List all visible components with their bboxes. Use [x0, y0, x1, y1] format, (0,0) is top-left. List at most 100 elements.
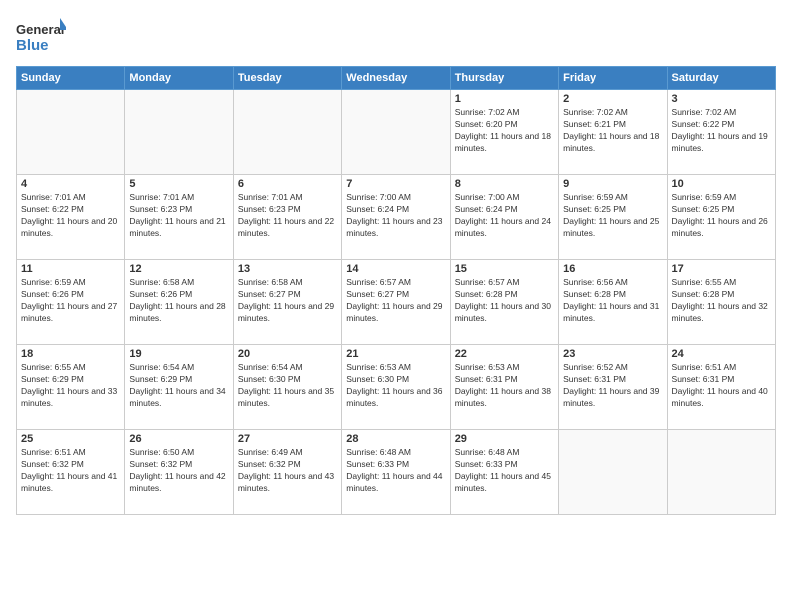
calendar-cell: 11 Sunrise: 6:59 AMSunset: 6:26 PMDaylig…: [17, 260, 125, 345]
weekday-header: Saturday: [667, 67, 775, 90]
calendar-cell: 28 Sunrise: 6:48 AMSunset: 6:33 PMDaylig…: [342, 430, 450, 515]
day-number: 23: [563, 348, 662, 360]
page: General Blue SundayMondayTuesdayWednesda…: [0, 0, 792, 612]
weekday-header: Wednesday: [342, 67, 450, 90]
day-info: Sunrise: 7:02 AMSunset: 6:20 PMDaylight:…: [455, 107, 551, 153]
day-number: 25: [21, 433, 120, 445]
day-number: 3: [672, 93, 771, 105]
calendar-cell: 13 Sunrise: 6:58 AMSunset: 6:27 PMDaylig…: [233, 260, 341, 345]
day-info: Sunrise: 7:02 AMSunset: 6:21 PMDaylight:…: [563, 107, 659, 153]
calendar-cell: [125, 90, 233, 175]
day-info: Sunrise: 7:00 AMSunset: 6:24 PMDaylight:…: [455, 192, 551, 238]
calendar-cell: [559, 430, 667, 515]
calendar-cell: 15 Sunrise: 6:57 AMSunset: 6:28 PMDaylig…: [450, 260, 558, 345]
header: General Blue: [16, 16, 776, 56]
day-number: 16: [563, 263, 662, 275]
day-number: 19: [129, 348, 228, 360]
calendar-cell: 27 Sunrise: 6:49 AMSunset: 6:32 PMDaylig…: [233, 430, 341, 515]
day-info: Sunrise: 6:55 AMSunset: 6:28 PMDaylight:…: [672, 277, 768, 323]
day-info: Sunrise: 6:58 AMSunset: 6:26 PMDaylight:…: [129, 277, 225, 323]
calendar-cell: 18 Sunrise: 6:55 AMSunset: 6:29 PMDaylig…: [17, 345, 125, 430]
day-number: 5: [129, 178, 228, 190]
day-info: Sunrise: 6:58 AMSunset: 6:27 PMDaylight:…: [238, 277, 334, 323]
logo: General Blue: [16, 16, 66, 56]
day-number: 8: [455, 178, 554, 190]
calendar-cell: 25 Sunrise: 6:51 AMSunset: 6:32 PMDaylig…: [17, 430, 125, 515]
logo-svg: General Blue: [16, 16, 66, 56]
day-info: Sunrise: 6:50 AMSunset: 6:32 PMDaylight:…: [129, 447, 225, 493]
day-info: Sunrise: 7:02 AMSunset: 6:22 PMDaylight:…: [672, 107, 768, 153]
calendar-cell: 8 Sunrise: 7:00 AMSunset: 6:24 PMDayligh…: [450, 175, 558, 260]
calendar-cell: [233, 90, 341, 175]
calendar-cell: 6 Sunrise: 7:01 AMSunset: 6:23 PMDayligh…: [233, 175, 341, 260]
day-info: Sunrise: 6:53 AMSunset: 6:31 PMDaylight:…: [455, 362, 551, 408]
calendar-cell: [342, 90, 450, 175]
calendar-cell: 22 Sunrise: 6:53 AMSunset: 6:31 PMDaylig…: [450, 345, 558, 430]
calendar-cell: 9 Sunrise: 6:59 AMSunset: 6:25 PMDayligh…: [559, 175, 667, 260]
day-info: Sunrise: 6:53 AMSunset: 6:30 PMDaylight:…: [346, 362, 442, 408]
weekday-header: Friday: [559, 67, 667, 90]
svg-text:Blue: Blue: [16, 37, 49, 54]
day-info: Sunrise: 6:57 AMSunset: 6:28 PMDaylight:…: [455, 277, 551, 323]
day-info: Sunrise: 6:57 AMSunset: 6:27 PMDaylight:…: [346, 277, 442, 323]
calendar-cell: 14 Sunrise: 6:57 AMSunset: 6:27 PMDaylig…: [342, 260, 450, 345]
day-number: 7: [346, 178, 445, 190]
day-number: 2: [563, 93, 662, 105]
calendar-cell: 21 Sunrise: 6:53 AMSunset: 6:30 PMDaylig…: [342, 345, 450, 430]
day-number: 17: [672, 263, 771, 275]
day-number: 20: [238, 348, 337, 360]
day-info: Sunrise: 6:48 AMSunset: 6:33 PMDaylight:…: [346, 447, 442, 493]
day-number: 14: [346, 263, 445, 275]
day-number: 18: [21, 348, 120, 360]
day-info: Sunrise: 6:55 AMSunset: 6:29 PMDaylight:…: [21, 362, 117, 408]
day-number: 1: [455, 93, 554, 105]
weekday-header: Sunday: [17, 67, 125, 90]
calendar-cell: 16 Sunrise: 6:56 AMSunset: 6:28 PMDaylig…: [559, 260, 667, 345]
calendar-cell: [17, 90, 125, 175]
day-number: 11: [21, 263, 120, 275]
day-number: 6: [238, 178, 337, 190]
calendar-cell: 4 Sunrise: 7:01 AMSunset: 6:22 PMDayligh…: [17, 175, 125, 260]
day-info: Sunrise: 7:01 AMSunset: 6:23 PMDaylight:…: [238, 192, 334, 238]
day-info: Sunrise: 6:54 AMSunset: 6:30 PMDaylight:…: [238, 362, 334, 408]
weekday-header: Thursday: [450, 67, 558, 90]
calendar-cell: 5 Sunrise: 7:01 AMSunset: 6:23 PMDayligh…: [125, 175, 233, 260]
calendar-cell: 17 Sunrise: 6:55 AMSunset: 6:28 PMDaylig…: [667, 260, 775, 345]
calendar-cell: 23 Sunrise: 6:52 AMSunset: 6:31 PMDaylig…: [559, 345, 667, 430]
day-number: 27: [238, 433, 337, 445]
calendar-cell: 24 Sunrise: 6:51 AMSunset: 6:31 PMDaylig…: [667, 345, 775, 430]
day-info: Sunrise: 7:01 AMSunset: 6:22 PMDaylight:…: [21, 192, 117, 238]
day-info: Sunrise: 6:59 AMSunset: 6:26 PMDaylight:…: [21, 277, 117, 323]
calendar-cell: 20 Sunrise: 6:54 AMSunset: 6:30 PMDaylig…: [233, 345, 341, 430]
calendar-cell: 2 Sunrise: 7:02 AMSunset: 6:21 PMDayligh…: [559, 90, 667, 175]
day-info: Sunrise: 6:59 AMSunset: 6:25 PMDaylight:…: [563, 192, 659, 238]
day-info: Sunrise: 7:01 AMSunset: 6:23 PMDaylight:…: [129, 192, 225, 238]
day-info: Sunrise: 7:00 AMSunset: 6:24 PMDaylight:…: [346, 192, 442, 238]
day-number: 21: [346, 348, 445, 360]
calendar-cell: 7 Sunrise: 7:00 AMSunset: 6:24 PMDayligh…: [342, 175, 450, 260]
calendar-cell: 29 Sunrise: 6:48 AMSunset: 6:33 PMDaylig…: [450, 430, 558, 515]
day-number: 9: [563, 178, 662, 190]
day-number: 24: [672, 348, 771, 360]
calendar-cell: 10 Sunrise: 6:59 AMSunset: 6:25 PMDaylig…: [667, 175, 775, 260]
day-info: Sunrise: 6:52 AMSunset: 6:31 PMDaylight:…: [563, 362, 659, 408]
day-info: Sunrise: 6:49 AMSunset: 6:32 PMDaylight:…: [238, 447, 334, 493]
day-number: 15: [455, 263, 554, 275]
day-number: 22: [455, 348, 554, 360]
day-info: Sunrise: 6:54 AMSunset: 6:29 PMDaylight:…: [129, 362, 225, 408]
calendar-cell: 26 Sunrise: 6:50 AMSunset: 6:32 PMDaylig…: [125, 430, 233, 515]
calendar-cell: 12 Sunrise: 6:58 AMSunset: 6:26 PMDaylig…: [125, 260, 233, 345]
svg-text:General: General: [16, 22, 64, 37]
calendar-table: SundayMondayTuesdayWednesdayThursdayFrid…: [16, 66, 776, 515]
day-info: Sunrise: 6:48 AMSunset: 6:33 PMDaylight:…: [455, 447, 551, 493]
day-number: 4: [21, 178, 120, 190]
day-number: 13: [238, 263, 337, 275]
calendar-cell: 19 Sunrise: 6:54 AMSunset: 6:29 PMDaylig…: [125, 345, 233, 430]
day-number: 10: [672, 178, 771, 190]
day-number: 12: [129, 263, 228, 275]
day-number: 28: [346, 433, 445, 445]
weekday-header: Monday: [125, 67, 233, 90]
day-number: 26: [129, 433, 228, 445]
calendar-cell: 1 Sunrise: 7:02 AMSunset: 6:20 PMDayligh…: [450, 90, 558, 175]
day-info: Sunrise: 6:59 AMSunset: 6:25 PMDaylight:…: [672, 192, 768, 238]
